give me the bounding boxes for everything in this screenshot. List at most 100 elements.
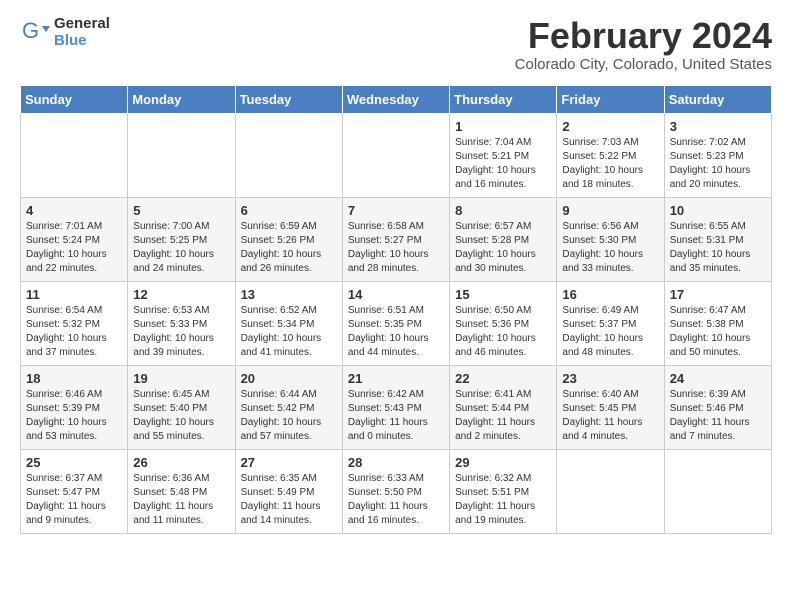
day-info: Sunrise: 6:55 AMSunset: 5:31 PMDaylight:… [670, 220, 766, 276]
calendar-cell: 20 Sunrise: 6:44 AMSunset: 5:42 PMDayligh… [235, 365, 342, 449]
calendar-cell: 4Sunrise: 7:01 AMSunset: 5:24 PMDaylight… [21, 197, 128, 281]
day-number: 29 [455, 455, 551, 470]
day-number: 27 [241, 455, 337, 470]
calendar-cell: 16 Sunrise: 6:49 AMSunset: 5:37 PMDayligh… [557, 281, 664, 365]
day-info: Sunrise: 7:00 AMSunset: 5:25 PMDaylight:… [133, 220, 229, 276]
calendar-cell: 26 Sunrise: 6:36 AMSunset: 5:48 PMDayligh… [128, 449, 235, 533]
calendar-cell: 8 Sunrise: 6:57 AMSunset: 5:28 PMDaylight… [450, 197, 557, 281]
day-info: Sunrise: 6:37 AMSunset: 5:47 PMDaylight:… [26, 472, 122, 528]
calendar-cell [342, 113, 449, 197]
calendar-cell: 23Sunrise: 6:40 AMSunset: 5:45 PMDayligh… [557, 365, 664, 449]
title-area: February 2024 Colorado City, Colorado, U… [515, 16, 772, 73]
calendar-cell [21, 113, 128, 197]
day-number: 28 [348, 455, 444, 470]
logo: G General Blue [20, 16, 110, 49]
day-info: Sunrise: 6:41 AMSunset: 5:44 PMDaylight:… [455, 388, 551, 444]
calendar-cell: 25 Sunrise: 6:37 AMSunset: 5:47 PMDayligh… [21, 449, 128, 533]
calendar-cell: 15 Sunrise: 6:50 AMSunset: 5:36 PMDayligh… [450, 281, 557, 365]
calendar-cell: 24Sunrise: 6:39 AMSunset: 5:46 PMDayligh… [664, 365, 771, 449]
month-year-title: February 2024 [515, 16, 772, 56]
day-info: Sunrise: 6:49 AMSunset: 5:37 PMDaylight:… [562, 304, 658, 360]
calendar-cell [235, 113, 342, 197]
calendar-cell [664, 449, 771, 533]
calendar-cell: 9Sunrise: 6:56 AMSunset: 5:30 PMDaylight… [557, 197, 664, 281]
calendar-cell: 1 Sunrise: 7:04 AMSunset: 5:21 PMDaylight… [450, 113, 557, 197]
day-number: 17 [670, 287, 766, 302]
day-info: Sunrise: 6:53 AMSunset: 5:33 PMDaylight:… [133, 304, 229, 360]
calendar-cell: 3Sunrise: 7:02 AMSunset: 5:23 PMDaylight… [664, 113, 771, 197]
day-info: Sunrise: 6:56 AMSunset: 5:30 PMDaylight:… [562, 220, 658, 276]
header-thursday: Thursday [450, 85, 557, 113]
day-info: Sunrise: 7:04 AMSunset: 5:21 PMDaylight:… [455, 136, 551, 192]
day-info: Sunrise: 6:50 AMSunset: 5:36 PMDaylight:… [455, 304, 551, 360]
calendar-cell: 5 Sunrise: 7:00 AMSunset: 5:25 PMDaylight… [128, 197, 235, 281]
day-number: 25 [26, 455, 122, 470]
calendar-cell: 19Sunrise: 6:45 AMSunset: 5:40 PMDayligh… [128, 365, 235, 449]
header-wednesday: Wednesday [342, 85, 449, 113]
header-saturday: Saturday [664, 85, 771, 113]
calendar-cell: 7Sunrise: 6:58 AMSunset: 5:27 PMDaylight… [342, 197, 449, 281]
header-tuesday: Tuesday [235, 85, 342, 113]
calendar-cell [557, 449, 664, 533]
calendar-cell: 14 Sunrise: 6:51 AMSunset: 5:35 PMDayligh… [342, 281, 449, 365]
calendar-cell: 22 Sunrise: 6:41 AMSunset: 5:44 PMDayligh… [450, 365, 557, 449]
calendar-cell: 29Sunrise: 6:32 AMSunset: 5:51 PMDayligh… [450, 449, 557, 533]
logo-icon: G [20, 18, 50, 48]
day-number: 21 [348, 371, 444, 386]
day-number: 11 [26, 287, 122, 302]
day-number: 8 [455, 203, 551, 218]
logo-blue: Blue [54, 33, 110, 50]
day-number: 22 [455, 371, 551, 386]
day-info: Sunrise: 6:39 AMSunset: 5:46 PMDaylight:… [670, 388, 766, 444]
day-number: 3 [670, 119, 766, 134]
header-friday: Friday [557, 85, 664, 113]
day-info: Sunrise: 6:36 AMSunset: 5:48 PMDaylight:… [133, 472, 229, 528]
calendar-week-row: 11 Sunrise: 6:54 AMSunset: 5:32 PMDayligh… [21, 281, 772, 365]
day-number: 2 [562, 119, 658, 134]
day-info: Sunrise: 6:51 AMSunset: 5:35 PMDaylight:… [348, 304, 444, 360]
calendar-cell [128, 113, 235, 197]
calendar-cell: 13Sunrise: 6:52 AMSunset: 5:34 PMDayligh… [235, 281, 342, 365]
calendar-cell: 17Sunrise: 6:47 AMSunset: 5:38 PMDayligh… [664, 281, 771, 365]
calendar-week-row: 18Sunrise: 6:46 AMSunset: 5:39 PMDayligh… [21, 365, 772, 449]
day-number: 23 [562, 371, 658, 386]
day-number: 20 [241, 371, 337, 386]
day-number: 16 [562, 287, 658, 302]
calendar-week-row: 4Sunrise: 7:01 AMSunset: 5:24 PMDaylight… [21, 197, 772, 281]
day-number: 26 [133, 455, 229, 470]
day-info: Sunrise: 6:33 AMSunset: 5:50 PMDaylight:… [348, 472, 444, 528]
header-monday: Monday [128, 85, 235, 113]
day-number: 12 [133, 287, 229, 302]
calendar-cell: 21 Sunrise: 6:42 AMSunset: 5:43 PMDayligh… [342, 365, 449, 449]
calendar-cell: 12 Sunrise: 6:53 AMSunset: 5:33 PMDayligh… [128, 281, 235, 365]
calendar-cell: 10Sunrise: 6:55 AMSunset: 5:31 PMDayligh… [664, 197, 771, 281]
svg-text:G: G [22, 18, 39, 43]
calendar-cell: 2 Sunrise: 7:03 AMSunset: 5:22 PMDaylight… [557, 113, 664, 197]
day-info: Sunrise: 6:45 AMSunset: 5:40 PMDaylight:… [133, 388, 229, 444]
calendar-table: SundayMondayTuesdayWednesdayThursdayFrid… [20, 85, 772, 534]
page-header: G General Blue February 2024 Colorado Ci… [20, 16, 772, 73]
day-info: Sunrise: 6:59 AMSunset: 5:26 PMDaylight:… [241, 220, 337, 276]
day-number: 5 [133, 203, 229, 218]
day-number: 1 [455, 119, 551, 134]
calendar-cell: 11 Sunrise: 6:54 AMSunset: 5:32 PMDayligh… [21, 281, 128, 365]
calendar-header-row: SundayMondayTuesdayWednesdayThursdayFrid… [21, 85, 772, 113]
calendar-cell: 18Sunrise: 6:46 AMSunset: 5:39 PMDayligh… [21, 365, 128, 449]
header-sunday: Sunday [21, 85, 128, 113]
day-info: Sunrise: 6:57 AMSunset: 5:28 PMDaylight:… [455, 220, 551, 276]
day-info: Sunrise: 7:01 AMSunset: 5:24 PMDaylight:… [26, 220, 122, 276]
day-info: Sunrise: 6:54 AMSunset: 5:32 PMDaylight:… [26, 304, 122, 360]
logo-text: General Blue [54, 16, 110, 49]
calendar-cell: 27 Sunrise: 6:35 AMSunset: 5:49 PMDayligh… [235, 449, 342, 533]
day-number: 15 [455, 287, 551, 302]
day-info: Sunrise: 6:35 AMSunset: 5:49 PMDaylight:… [241, 472, 337, 528]
day-info: Sunrise: 7:03 AMSunset: 5:22 PMDaylight:… [562, 136, 658, 192]
day-number: 7 [348, 203, 444, 218]
calendar-cell: 28 Sunrise: 6:33 AMSunset: 5:50 PMDayligh… [342, 449, 449, 533]
day-info: Sunrise: 6:44 AMSunset: 5:42 PMDaylight:… [241, 388, 337, 444]
day-number: 6 [241, 203, 337, 218]
location-subtitle: Colorado City, Colorado, United States [515, 56, 772, 73]
day-number: 14 [348, 287, 444, 302]
day-info: Sunrise: 6:42 AMSunset: 5:43 PMDaylight:… [348, 388, 444, 444]
day-number: 18 [26, 371, 122, 386]
